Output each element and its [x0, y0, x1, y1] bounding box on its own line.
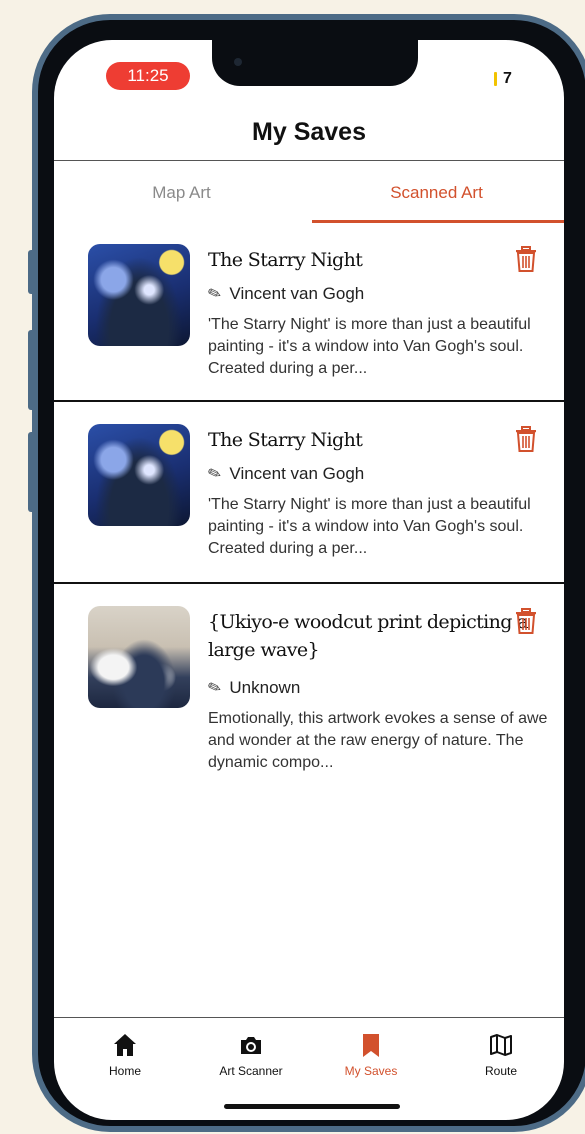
- notch: [212, 40, 418, 86]
- saved-art-card[interactable]: The Starry Night ✎ Vincent van Gogh 'The…: [54, 224, 564, 402]
- artist-name: Vincent van Gogh: [229, 284, 365, 303]
- nav-home-label: Home: [108, 1064, 141, 1078]
- battery-indicator: 7: [494, 70, 512, 88]
- nav-my-saves[interactable]: My Saves: [316, 1032, 426, 1078]
- tab-scanned-art[interactable]: Scanned Art: [309, 161, 564, 223]
- home-indicator[interactable]: [224, 1104, 400, 1109]
- bottom-nav: Home Art Scanner My Saves Route: [54, 1018, 564, 1098]
- nav-home[interactable]: Home: [70, 1032, 180, 1078]
- trash-icon[interactable]: [514, 246, 538, 272]
- status-time: 11:25: [106, 62, 190, 90]
- artwork-title: The Starry Night: [208, 249, 363, 271]
- artwork-description: 'The Starry Night' is more than just a b…: [208, 496, 531, 557]
- artwork-description: 'The Starry Night' is more than just a b…: [208, 316, 531, 377]
- saves-tabs: Map Art Scanned Art: [54, 161, 564, 223]
- battery-level-icon: [494, 72, 497, 86]
- tab-map-art[interactable]: Map Art: [54, 161, 309, 223]
- artist-name: Vincent van Gogh: [229, 464, 365, 483]
- pencil-icon: ✎: [205, 284, 225, 305]
- nav-route-label: Route: [484, 1064, 518, 1078]
- card-divider: [54, 400, 564, 402]
- artwork-description: Emotionally, this artwork evokes a sense…: [208, 710, 548, 771]
- artwork-thumbnail: [88, 424, 190, 526]
- nav-art-scanner[interactable]: Art Scanner: [196, 1032, 306, 1078]
- artist-row: ✎ Unknown: [205, 678, 301, 699]
- artist-row: ✎ Vincent van Gogh: [205, 284, 365, 305]
- bookmark-icon: [363, 1034, 379, 1057]
- artwork-thumbnail: [88, 606, 190, 708]
- app-screen: 11:25 7 My Saves Map Art Scanned Art The…: [54, 40, 564, 1120]
- artist-name: Unknown: [229, 678, 301, 697]
- home-icon: [114, 1034, 136, 1056]
- battery-value: 7: [503, 70, 512, 87]
- pencil-icon: ✎: [205, 464, 225, 485]
- camera-icon: [241, 1037, 261, 1054]
- map-icon: [490, 1034, 512, 1056]
- saved-art-card[interactable]: {Ukiyo-e woodcut print depicting a large…: [54, 586, 564, 806]
- active-tab-indicator: [312, 220, 564, 223]
- saved-art-card[interactable]: The Starry Night ✎ Vincent van Gogh 'The…: [54, 404, 564, 584]
- artwork-thumbnail: [88, 244, 190, 346]
- nav-my-saves-label: My Saves: [344, 1064, 398, 1078]
- artwork-title: {Ukiyo-e woodcut print depicting a large…: [208, 611, 529, 661]
- nav-art-scanner-label: Art Scanner: [219, 1064, 283, 1078]
- trash-icon[interactable]: [514, 426, 538, 452]
- artist-row: ✎ Vincent van Gogh: [205, 464, 365, 485]
- camera-dot: [234, 58, 242, 66]
- trash-icon[interactable]: [514, 608, 538, 634]
- card-divider: [54, 582, 564, 584]
- artwork-title: The Starry Night: [208, 429, 363, 451]
- page-title: My Saves: [252, 118, 366, 146]
- nav-route[interactable]: Route: [446, 1032, 556, 1078]
- pencil-icon: ✎: [205, 678, 225, 699]
